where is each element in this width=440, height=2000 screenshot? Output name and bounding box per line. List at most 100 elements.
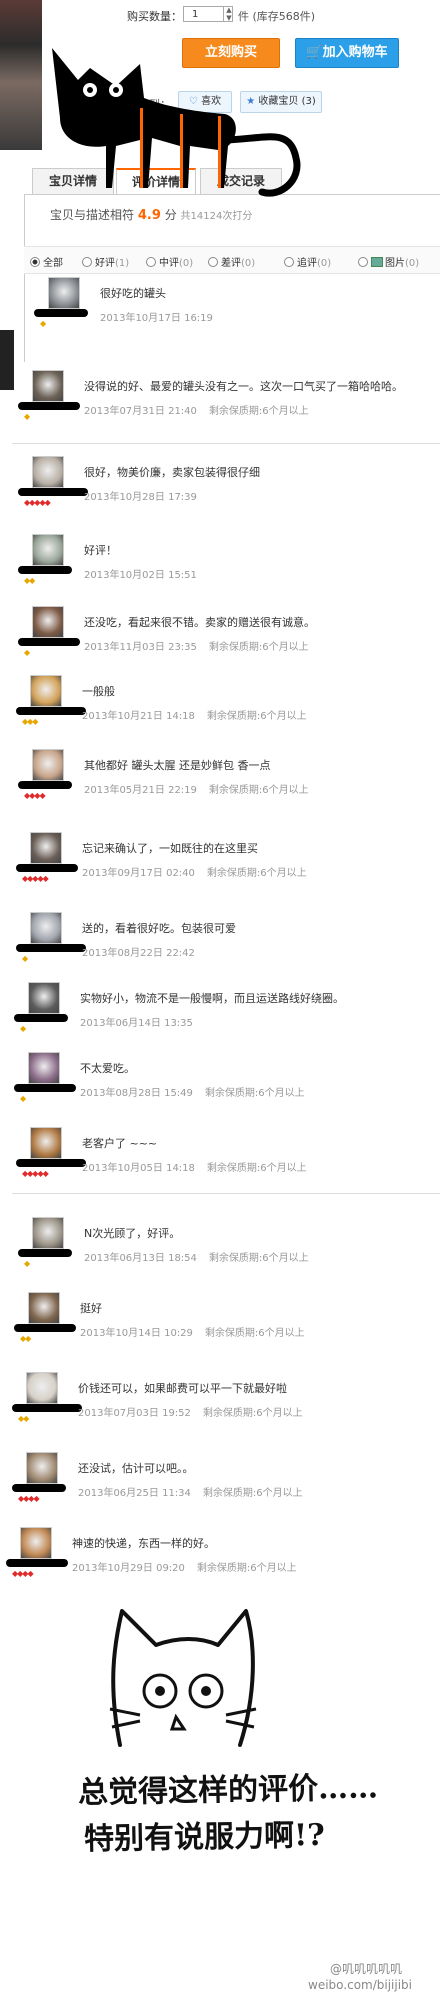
avatar[interactable] [32,370,64,402]
review-text: 一般般 [82,685,115,698]
filter-positive[interactable]: 好评(1) [82,254,129,269]
review-shelf-life: 剩余保质期:6个月以上 [208,406,309,417]
buyer-level-icon: ◆◆ [24,576,35,585]
avatar[interactable] [30,1127,62,1159]
username-redacted [16,707,86,715]
buyer-level-icon: ◆ [20,1094,26,1103]
review-text: 没得说的好、最爱的罐头没有之一。这次一口气买了一箱哈哈哈。 [84,380,403,393]
avatar[interactable] [28,1292,60,1324]
username-redacted [16,944,86,952]
review-text: 挺好 [80,1302,102,1315]
review-shelf-life: 剩余保质期:6个月以上 [206,868,307,879]
review-date: 2013年06月14日 13:35 [80,1018,193,1029]
review-date: 2013年10月17日 16:19 [100,313,213,324]
avatar[interactable] [20,1527,52,1559]
username-redacted [18,402,80,410]
username-redacted [34,309,88,317]
username-redacted [18,566,72,574]
divider [24,194,25,362]
section-divider [12,443,440,444]
review-meta: 2013年10月29日 09:20 剩余保质期:6个月以上 [72,1559,297,1574]
filter-neutral[interactable]: 中评(0) [146,254,193,269]
review-text: 其他都好 罐头太腥 还是妙鲜包 香一点 [84,759,271,772]
avatar[interactable] [32,534,64,566]
review-date: 2013年10月14日 10:29 [80,1328,193,1339]
review-text: 忘记来确认了，一如既往的在这里买 [82,842,258,855]
quantity-stepper[interactable]: ▲ ▼ [223,6,234,22]
add-to-cart-label: 加入购物车 [322,45,388,60]
review-meta: 2013年08月28日 15:49 剩余保质期:6个月以上 [80,1084,305,1099]
username-redacted [14,1324,76,1332]
avatar[interactable] [28,1052,60,1084]
buyer-level-icon: ◆◆◆◆ [12,1569,34,1578]
review-date: 2013年09月17日 02:40 [82,868,195,879]
buyer-level-icon: ◆◆ [18,1414,29,1423]
review-meta: 2013年10月17日 16:19 [100,309,225,324]
avatar[interactable] [32,749,64,781]
review-meta: 2013年07月31日 21:40 剩余保质期:6个月以上 [84,402,309,417]
avatar[interactable] [28,982,60,1014]
filter-negative[interactable]: 差评(0) [208,254,255,269]
review-text: 老客户了 ~~~ [82,1137,158,1150]
avatar[interactable] [48,277,80,309]
avatar[interactable] [30,675,62,707]
avatar[interactable] [32,606,64,638]
radio-icon [82,257,92,267]
section-divider [12,1193,440,1194]
filter-all[interactable]: 全部 [30,254,63,269]
avatar[interactable] [30,832,62,864]
avatar[interactable] [30,912,62,944]
watermark-url: weibo.com/bijijibi [308,1978,413,1992]
watermark-handle: @叽叽叽叽叽 [330,1962,403,1976]
buyer-level-icon: ◆ [40,319,46,328]
buyer-level-icon: ◆◆◆◆◆ [22,874,49,883]
username-redacted [12,1484,66,1492]
buyer-level-icon: ◆◆◆ [22,717,39,726]
buyer-level-icon: ◆ [22,954,28,963]
review-text: 神速的快递，东西一样的好。 [72,1537,215,1550]
review-text: 很好吃的罐头 [100,287,166,300]
avatar[interactable] [32,1217,64,1249]
review-date: 2013年08月28日 15:49 [80,1088,193,1099]
radio-icon [146,257,156,267]
filter-followup[interactable]: 追评(0) [284,254,331,269]
buyer-level-icon: ◆ [24,648,30,657]
buyer-level-icon: ◆◆◆◆ [18,1494,40,1503]
review-filter-bar: 全部 好评(1) 中评(0) 差评(0) 追评(0) 图片(0) [24,246,440,274]
review-meta: 2013年08月22日 22:42 [82,944,207,959]
filter-images[interactable]: 图片(0) [358,254,419,269]
review-date: 2013年05月21日 22:19 [84,785,197,796]
image-icon [371,257,383,267]
username-redacted [18,488,88,496]
buyer-level-icon: ◆◆◆◆◆ [24,498,51,507]
username-redacted [18,781,72,789]
avatar[interactable] [26,1372,58,1404]
avatar[interactable] [26,1452,58,1484]
review-shelf-life: 剩余保质期:6个月以上 [208,785,309,796]
review-text: 实物好小，物流不是一般慢啊，而且运送路线好绕圈。 [80,992,344,1005]
review-shelf-life: 剩余保质期:6个月以上 [208,1253,309,1264]
review-date: 2013年10月28日 17:39 [84,492,197,503]
review-date: 2013年07月03日 19:52 [78,1408,191,1419]
review-date: 2013年11月03日 23:35 [84,642,197,653]
review-text: 不太爱吃。 [80,1062,135,1075]
review-meta: 2013年10月02日 15:51 [84,566,209,581]
review-date: 2013年08月22日 22:42 [82,948,195,959]
review-text: 好评！ [84,544,117,557]
review-shelf-life: 剩余保质期:6个月以上 [204,1328,305,1339]
buyer-level-icon: ◆ [24,1259,30,1268]
review-meta: 2013年10月05日 14:18 剩余保质期:6个月以上 [82,1159,307,1174]
review-text: 还没试，估计可以吧。。 [78,1462,194,1475]
review-date: 2013年07月31日 21:40 [84,406,197,417]
buyer-level-icon: ◆◆ [20,1334,31,1343]
review-date: 2013年10月05日 14:18 [82,1163,195,1174]
review-text: N次光顾了，好评。 [84,1227,181,1240]
buyer-level-icon: ◆◆◆◆ [24,791,46,800]
avatar[interactable] [32,456,64,488]
username-redacted [14,1014,68,1022]
review-meta: 2013年05月21日 22:19 剩余保质期:6个月以上 [84,781,309,796]
radio-icon [284,257,294,267]
review-shelf-life: 剩余保质期:6个月以上 [202,1408,303,1419]
review-text: 很好，物美价廉，卖家包装得很仔细 [84,466,260,479]
review-shelf-life: 剩余保质期:6个月以上 [206,711,307,722]
